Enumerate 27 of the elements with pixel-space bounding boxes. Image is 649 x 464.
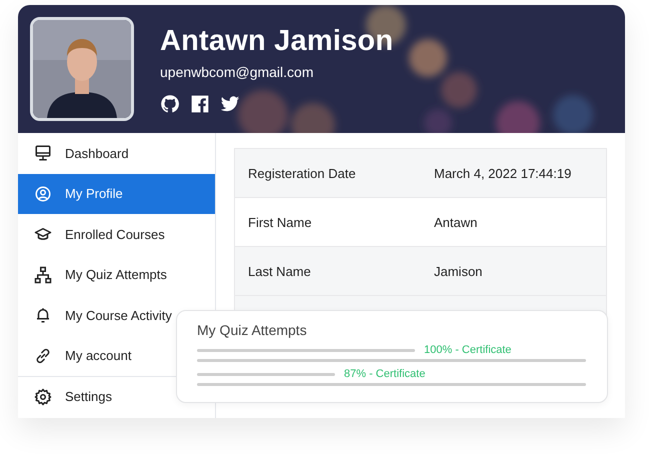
attempt-result: 87% - Certificate: [344, 368, 426, 380]
card-title: My Quiz Attempts: [197, 322, 308, 338]
sidebar-item[interactable]: My Profile: [18, 174, 215, 214]
sidebar-item[interactable]: My Course Activity: [18, 295, 176, 336]
monitor-icon: [34, 144, 52, 162]
sidebar-item[interactable]: Settings: [18, 376, 176, 416]
field-label: Last Name: [247, 264, 312, 278]
twitter-icon[interactable]: [220, 94, 240, 114]
sidebar-item[interactable]: Enrolled Courses: [18, 214, 215, 254]
profile-name: Antawn Jamison: [160, 24, 394, 58]
bell-icon: [34, 306, 52, 324]
hierarchy-icon: [34, 266, 52, 284]
attempt-result: 100% - Certificate: [424, 344, 512, 356]
field-label: First Name: [247, 214, 313, 230]
field-value: Jamison: [434, 264, 482, 278]
profile-email: upenwbcom@gmail.com: [160, 64, 314, 80]
settings-icon: [34, 388, 52, 406]
user-icon: [34, 184, 52, 203]
sidebar-item[interactable]: My Quiz Attempts: [18, 254, 215, 295]
field-value: Antawn: [434, 214, 478, 230]
github-icon[interactable]: [160, 94, 180, 114]
link-icon: [34, 346, 52, 365]
field-label: Registeration Date: [247, 166, 357, 180]
facebook-icon[interactable]: [190, 94, 210, 114]
field-value: March 4, 2022 17:44:19: [434, 166, 572, 180]
sidebar-item[interactable]: My account: [18, 336, 176, 376]
sidebar-item[interactable]: Dashboard: [18, 133, 215, 174]
